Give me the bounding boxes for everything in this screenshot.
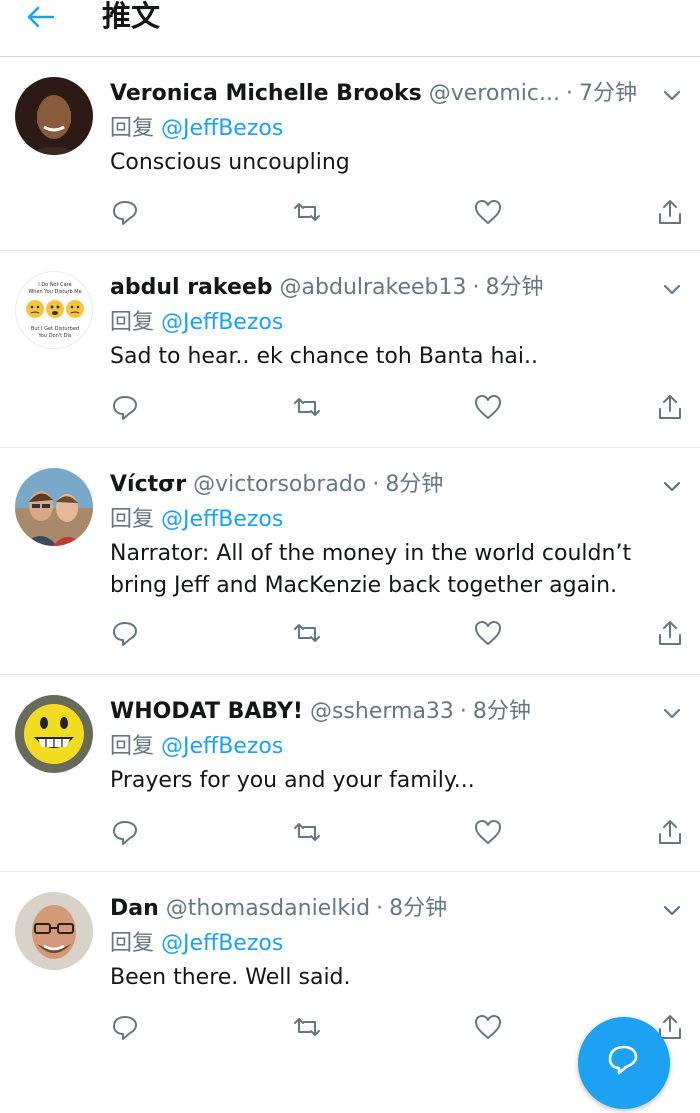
compose-button[interactable] (578, 1017, 670, 1109)
retweet-icon[interactable] (292, 392, 322, 422)
separator-dot: · (565, 81, 573, 106)
avatar-text: But I Get Disturbed (31, 326, 79, 332)
share-icon[interactable] (655, 392, 685, 422)
tweet-time: 7分钟 (578, 81, 637, 106)
tweet-text: Prayers for you and your family... (110, 765, 680, 797)
author-name[interactable]: Víctσr (110, 472, 186, 497)
avatar-text: I Do Not Care (38, 282, 72, 288)
share-icon[interactable] (655, 817, 685, 847)
chevron-down-icon[interactable] (660, 474, 684, 498)
author-name[interactable]: Veronica Michelle Brooks (110, 81, 422, 106)
retweet-icon[interactable] (292, 197, 322, 227)
top-bar: 推文 (0, 0, 700, 57)
tweet-time: 8分钟 (472, 699, 531, 724)
tweet-actions (110, 392, 684, 422)
share-icon[interactable] (655, 197, 685, 227)
reply-prefix: 回复 (110, 734, 155, 759)
author-name[interactable]: Dan (110, 896, 159, 921)
author-handle[interactable]: @victorsobrado (193, 472, 366, 497)
back-arrow-icon (27, 6, 55, 28)
back-button[interactable] (22, 2, 58, 32)
reply-to-link[interactable]: @JeffBezos (161, 116, 283, 141)
heart-icon[interactable] (473, 1012, 503, 1042)
tweet-text-line: bring Jeff and MacKenzie back together a… (110, 573, 618, 598)
retweet-icon[interactable] (292, 817, 322, 847)
tweet-actions (110, 197, 684, 227)
separator-dot: · (376, 896, 384, 921)
heart-icon[interactable] (473, 392, 503, 422)
tweet-time: 8分钟 (385, 472, 444, 497)
avatar[interactable] (15, 695, 93, 773)
retweet-icon[interactable] (292, 1012, 322, 1042)
tweet-actions (110, 618, 684, 648)
reply-prefix: 回复 (110, 116, 155, 141)
separator-dot: · (372, 472, 380, 497)
tweet-list: Veronica Michelle Brooks @veromic... · 7分钟… (0, 57, 700, 1077)
reply-to-link[interactable]: @JeffBezos (161, 507, 283, 532)
avatar[interactable] (15, 892, 93, 970)
tweet[interactable]: I Do Not Care When You Disturb Me But I … (0, 251, 700, 448)
avatar[interactable] (15, 468, 93, 546)
tweet-text: Sad to hear.. ek chance toh Banta hai.. (110, 341, 680, 373)
chevron-down-icon[interactable] (660, 898, 684, 922)
tweet-time: 8分钟 (389, 896, 448, 921)
retweet-icon[interactable] (292, 618, 322, 648)
tweet-text: Been there. Well said. (110, 962, 680, 994)
reply-icon[interactable] (110, 817, 140, 847)
reply-icon[interactable] (110, 392, 140, 422)
tweet-text: Conscious uncoupling (110, 147, 680, 179)
avatar-text: You Don't Dis (37, 333, 71, 339)
page-title: 推文 (102, 0, 161, 33)
author-handle[interactable]: @abdulrakeeb13 (280, 275, 467, 300)
tweet-text-line: Prayers for you and your family... (110, 768, 475, 793)
avatar[interactable]: I Do Not Care When You Disturb Me But I … (15, 271, 93, 349)
reply-to-link[interactable]: @JeffBezos (161, 734, 283, 759)
reply-prefix: 回复 (110, 931, 155, 956)
heart-icon[interactable] (473, 618, 503, 648)
tweet-text-line: Narrator: All of the money in the world … (110, 541, 632, 566)
heart-icon[interactable] (473, 817, 503, 847)
chevron-down-icon[interactable] (660, 83, 684, 107)
separator-dot: · (472, 275, 480, 300)
share-icon[interactable] (655, 618, 685, 648)
tweet-actions (110, 817, 684, 847)
tweet[interactable]: WHODAT BABY! @ssherma33 · 8分钟 回复 @JeffBezo… (0, 675, 700, 872)
chevron-down-icon[interactable] (660, 701, 684, 725)
compose-icon (608, 1045, 638, 1075)
heart-icon[interactable] (473, 197, 503, 227)
reply-prefix: 回复 (110, 507, 155, 532)
reply-to-link[interactable]: @JeffBezos (161, 931, 283, 956)
reply-icon[interactable] (110, 1012, 140, 1042)
author-handle[interactable]: @ssherma33 (310, 699, 454, 724)
author-name[interactable]: WHODAT BABY! (110, 699, 303, 724)
tweet[interactable]: Veronica Michelle Brooks @veromic... · 7分钟… (0, 57, 700, 251)
author-name[interactable]: abdul rakeeb (110, 275, 273, 300)
author-handle[interactable]: @thomasdanielkid (166, 896, 370, 921)
author-handle[interactable]: @veromic... (429, 81, 560, 106)
tweet-text-line: Conscious uncoupling (110, 150, 350, 175)
reply-icon[interactable] (110, 197, 140, 227)
reply-to-link[interactable]: @JeffBezos (161, 310, 283, 335)
avatar-text: When You Disturb Me (28, 289, 81, 295)
avatar[interactable] (15, 77, 93, 155)
tweet-time: 8分钟 (485, 275, 544, 300)
tweet-text-line: Sad to hear.. ek chance toh Banta hai.. (110, 344, 538, 369)
tweet[interactable]: Víctσr @victorsobrado · 8分钟 回复 @JeffBezos … (0, 448, 700, 675)
tweet-text-line: Been there. Well said. (110, 965, 351, 990)
reply-icon[interactable] (110, 618, 140, 648)
chevron-down-icon[interactable] (660, 277, 684, 301)
reply-prefix: 回复 (110, 310, 155, 335)
separator-dot: · (459, 699, 467, 724)
tweet-text: Narrator: All of the money in the world … (110, 538, 680, 602)
